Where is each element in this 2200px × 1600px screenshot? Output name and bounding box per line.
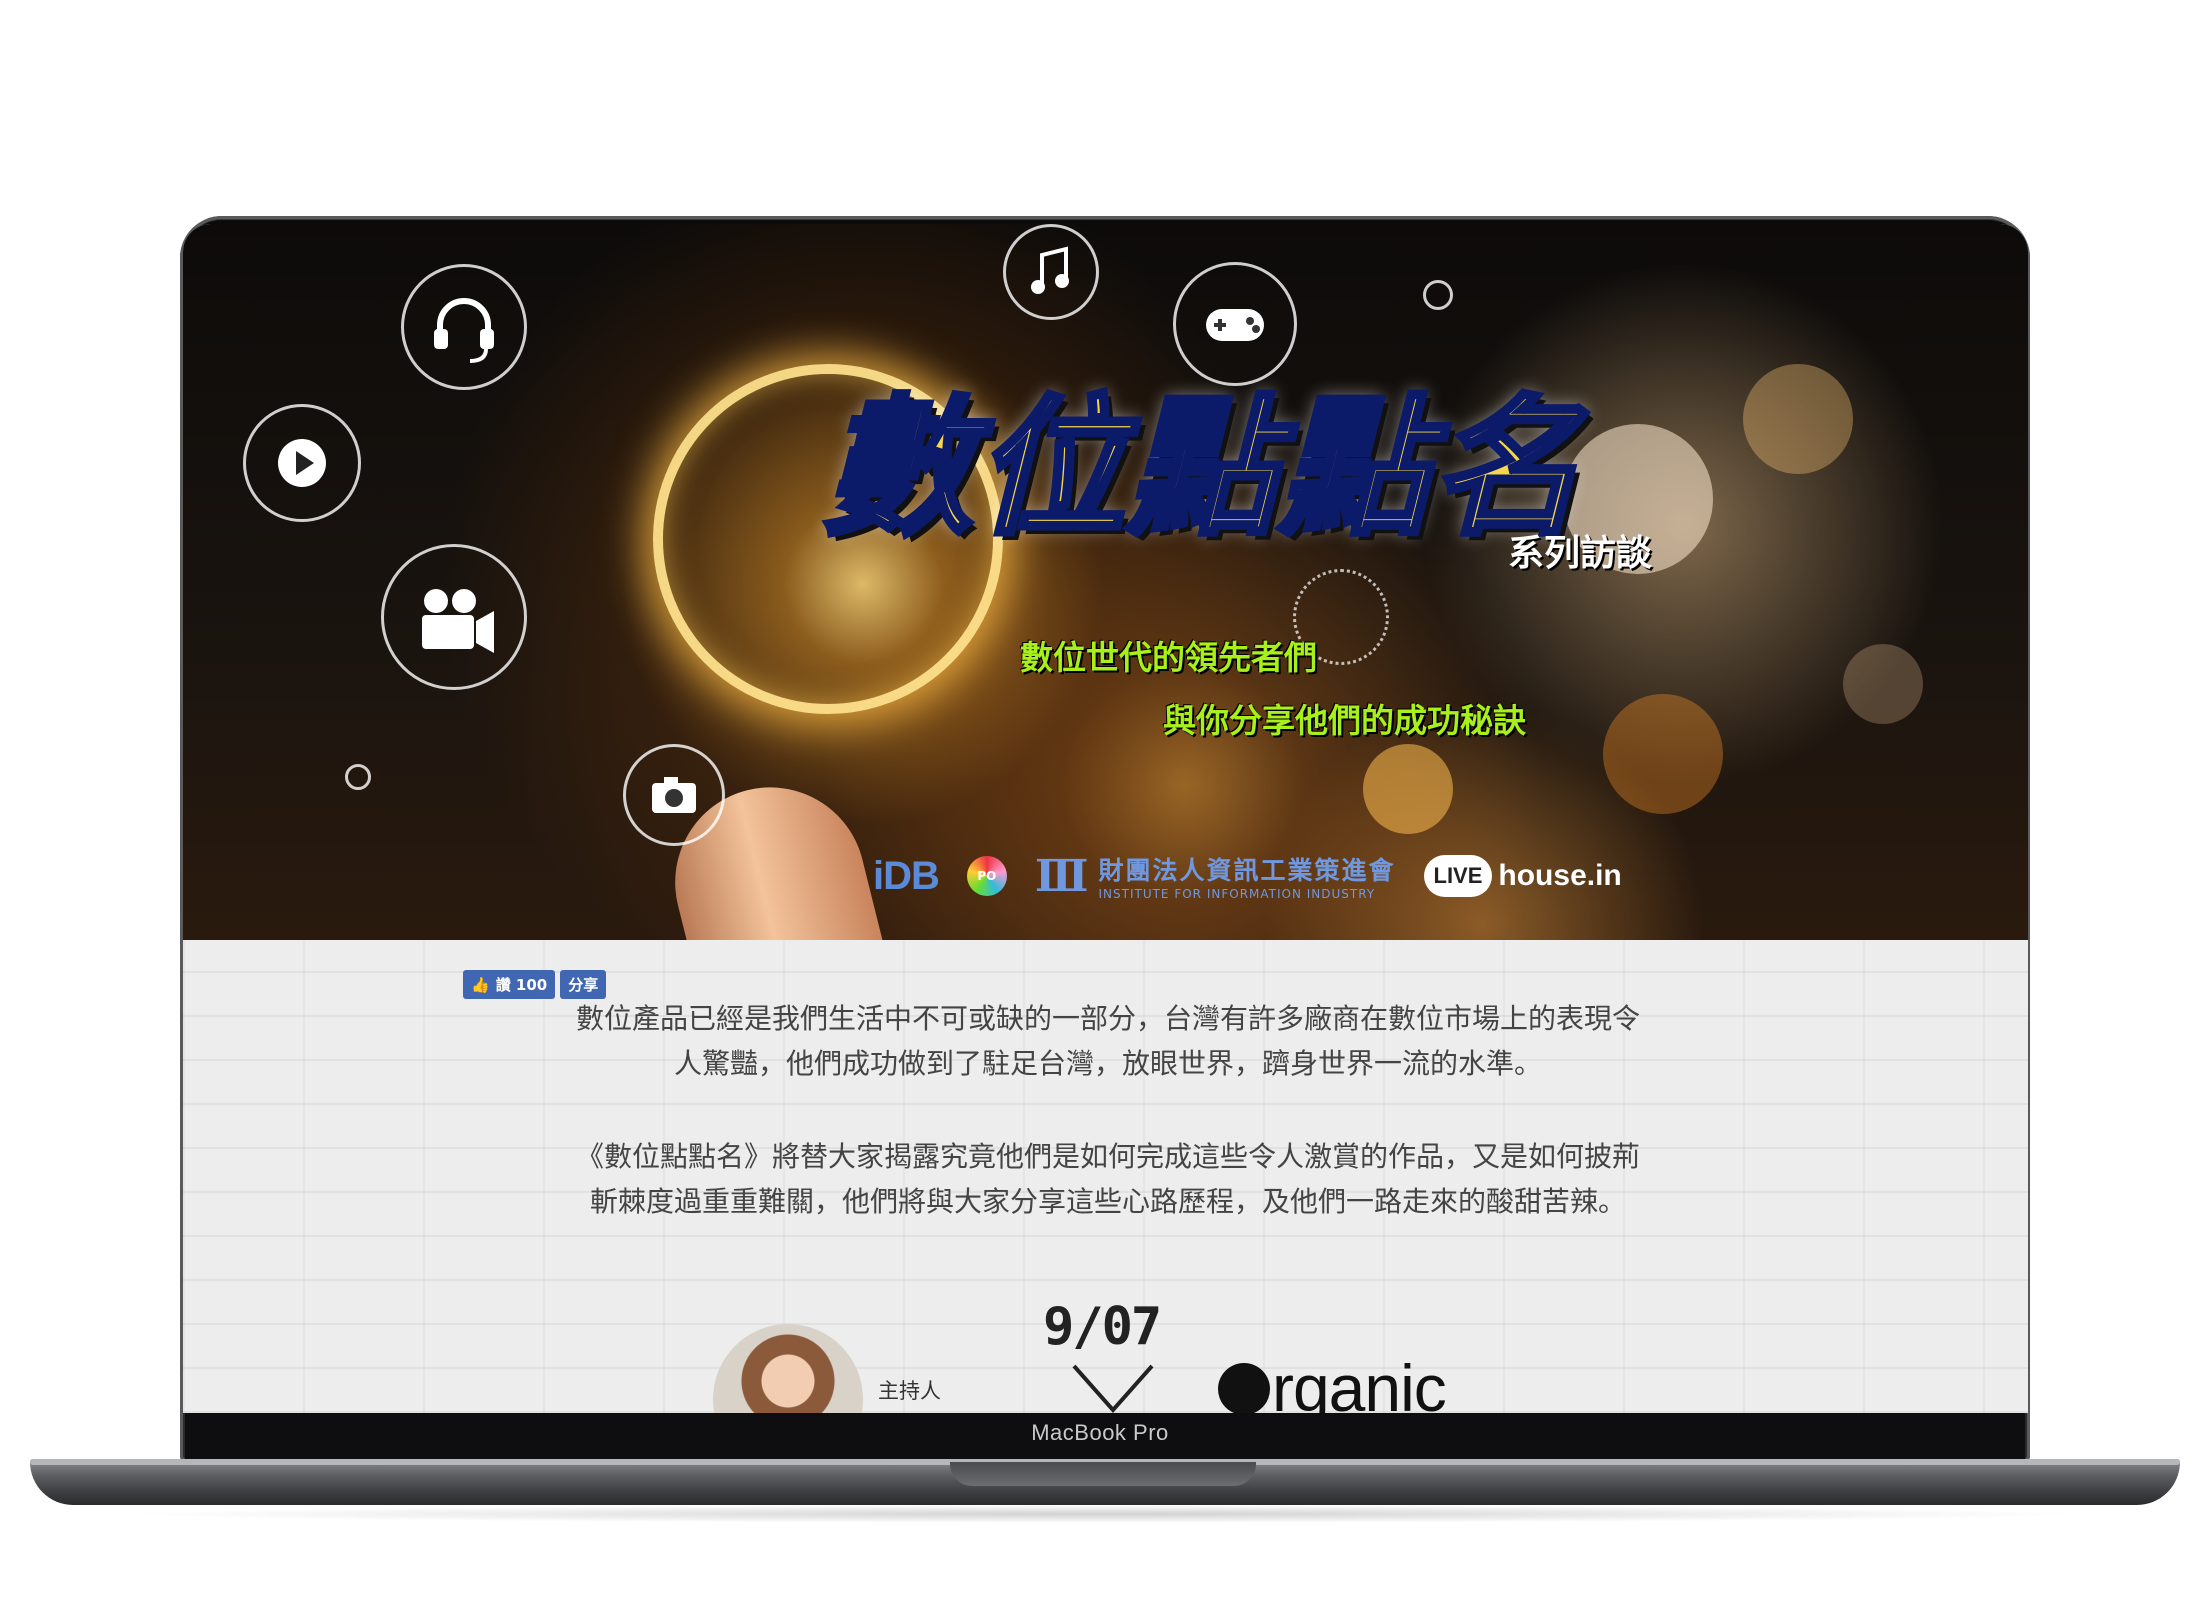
livehouse-logo[interactable]: LIVE house.in — [1423, 855, 1622, 897]
music-note-icon — [1003, 224, 1099, 320]
browser-viewport: 數位點點名 系列訪談 數位世代的領先者們 與你分享他們的成功秘訣 iDB PO … — [183, 224, 2028, 1413]
hero-tagline-1: 數位世代的領先者們 — [1020, 638, 1317, 677]
bokeh-light — [1363, 744, 1453, 834]
intro-paragraph-1-line-1: 數位產品已經是我們生活中不可或缺的一部分，台灣有許多廠商在數位市場上的表現令 — [575, 1002, 1640, 1035]
organic-brand-logo[interactable]: rganic — [1218, 1350, 1447, 1413]
facebook-like-label: 讚 100 — [495, 976, 548, 994]
sponsor-logos: iDB PO Ⅲ 財團法人資訊工業策進會 INSTITUTE FOR INFOR… — [873, 844, 1622, 908]
intro-paragraph-2-line-1: 《數位點點名》將替大家揭露究竟他們是如何完成這些令人激賞的作品，又是如何披荊 — [575, 1140, 1640, 1173]
gamepad-icon — [1173, 262, 1297, 386]
laptop-shadow — [120, 1505, 2090, 1523]
video-camera-icon — [381, 544, 527, 690]
idb-logo[interactable]: iDB — [873, 854, 940, 899]
chevron-down-icon[interactable] — [1068, 1360, 1158, 1413]
organic-logo-text: rganic — [1272, 1351, 1447, 1413]
hero-subtitle: 系列訪談 — [1508, 533, 1653, 574]
iii-logo-en: INSTITUTE FOR INFORMATION INDUSTRY — [1098, 887, 1376, 901]
intro-paragraph-2-line-2: 斬棘度過重重難關，他們將與大家分享這些心路歷程，及他們一路走來的酸甜苦辣。 — [589, 1185, 1626, 1218]
decorative-ring — [1423, 280, 1453, 310]
facebook-like-button[interactable]: 👍 讚 100 — [463, 970, 556, 999]
bokeh-light — [1743, 364, 1853, 474]
facebook-share-button[interactable]: 分享 — [560, 970, 607, 999]
hero-banner: 數位點點名 系列訪談 數位世代的領先者們 與你分享他們的成功秘訣 iDB PO … — [183, 224, 2028, 940]
intro-section: 👍 讚 100 分享 數位產品已經是我們生活中不可或缺的一部分，台灣有許多廠商在… — [183, 940, 2028, 1413]
headset-icon — [401, 264, 527, 390]
iii-logo[interactable]: Ⅲ 財團法人資訊工業策進會 INSTITUTE FOR INFORMATION … — [1035, 851, 1396, 902]
institution-pillar-icon: Ⅲ — [1034, 850, 1089, 902]
intro-paragraph-1: 數位產品已經是我們生活中不可或缺的一部分，台灣有許多廠商在數位市場上的表現令 人… — [493, 996, 1723, 1086]
bokeh-light — [1843, 644, 1923, 724]
laptop-opening-notch — [950, 1462, 1256, 1486]
play-icon — [243, 404, 361, 522]
thumbs-up-icon: 👍 — [471, 975, 490, 994]
hero-tagline-2: 與你分享他們的成功秘訣 — [1163, 701, 1526, 740]
camera-icon — [623, 744, 725, 846]
livehouse-text: house.in — [1498, 859, 1622, 892]
decorative-ring — [345, 764, 371, 790]
facebook-buttons: 👍 讚 100 分享 — [463, 970, 607, 999]
iii-logo-zh: 財團法人資訊工業策進會 — [1098, 856, 1396, 885]
dpo-logo[interactable]: PO — [966, 856, 1007, 896]
intro-paragraph-1-line-2: 人驚豔，他們成功做到了駐足台灣，放眼世界，躋身世界一流的水準。 — [673, 1047, 1542, 1080]
host-label: 主持人 — [878, 1379, 941, 1403]
bokeh-light — [1603, 694, 1723, 814]
device-label: MacBook Pro — [1031, 1420, 1169, 1445]
live-badge: LIVE — [1423, 855, 1493, 897]
host-avatar[interactable] — [713, 1324, 863, 1413]
organic-logo-mark — [1218, 1363, 1270, 1413]
intro-paragraph-2: 《數位點點名》將替大家揭露究竟他們是如何完成這些令人激賞的作品，又是如何披荊 斬… — [493, 1134, 1723, 1224]
episode-date: 9/07 — [1043, 1297, 1162, 1357]
hero-title: 數位點點名 — [820, 382, 1584, 556]
